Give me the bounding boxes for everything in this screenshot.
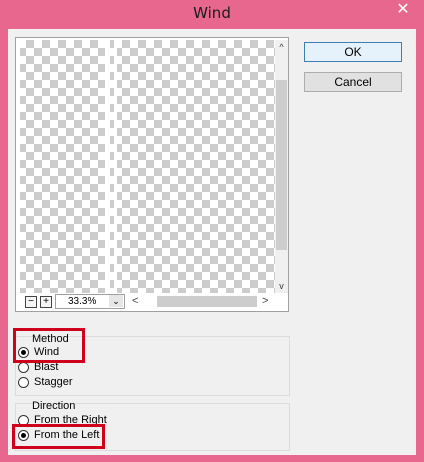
radio-label: Blast — [34, 361, 59, 373]
preview-panel: ^ v — [15, 37, 289, 312]
radio-label: Wind — [34, 346, 60, 358]
chevron-down-icon[interactable]: ⌄ — [109, 295, 123, 307]
vertical-scrollbar[interactable]: ^ v — [275, 40, 288, 293]
wind-streak — [18, 40, 20, 293]
radio-label: From the Left — [34, 429, 100, 441]
direction-group-label: Direction — [32, 400, 76, 412]
zoom-out-button[interactable]: − — [25, 296, 37, 308]
radio-unchecked-icon — [18, 362, 29, 373]
zoom-level-value: 33.3% — [68, 296, 97, 307]
close-button[interactable]: ✕ — [385, 0, 421, 20]
radio-unchecked-icon — [18, 415, 29, 426]
scroll-up-icon[interactable]: ^ — [275, 40, 288, 54]
zoom-in-button[interactable]: + — [40, 296, 52, 308]
window-title: Wind — [193, 4, 231, 22]
radio-checked-icon — [18, 430, 29, 441]
wind-streak — [114, 40, 117, 293]
radio-label: From the Right — [34, 414, 107, 426]
preview-canvas[interactable] — [18, 40, 275, 293]
scroll-right-icon[interactable]: > — [262, 295, 268, 307]
minus-icon: − — [28, 296, 34, 307]
horizontal-scroll-thumb[interactable] — [157, 296, 257, 307]
wind-streak — [105, 40, 110, 293]
scroll-down-icon[interactable]: v — [275, 279, 288, 293]
radio-checked-icon — [18, 347, 29, 358]
cancel-button[interactable]: Cancel — [304, 72, 402, 92]
method-group-label: Method — [32, 333, 69, 345]
zoom-bar: − + 33.3% ⌄ < > — [15, 293, 289, 311]
title-bar: Wind ✕ — [0, 0, 424, 28]
close-icon: ✕ — [396, 1, 410, 18]
vertical-scroll-thumb[interactable] — [276, 80, 287, 250]
scroll-left-icon[interactable]: < — [132, 295, 138, 307]
radio-label: Stagger — [34, 376, 73, 388]
plus-icon: + — [43, 296, 49, 307]
ok-button[interactable]: OK — [304, 42, 402, 62]
radio-unchecked-icon — [18, 377, 29, 388]
